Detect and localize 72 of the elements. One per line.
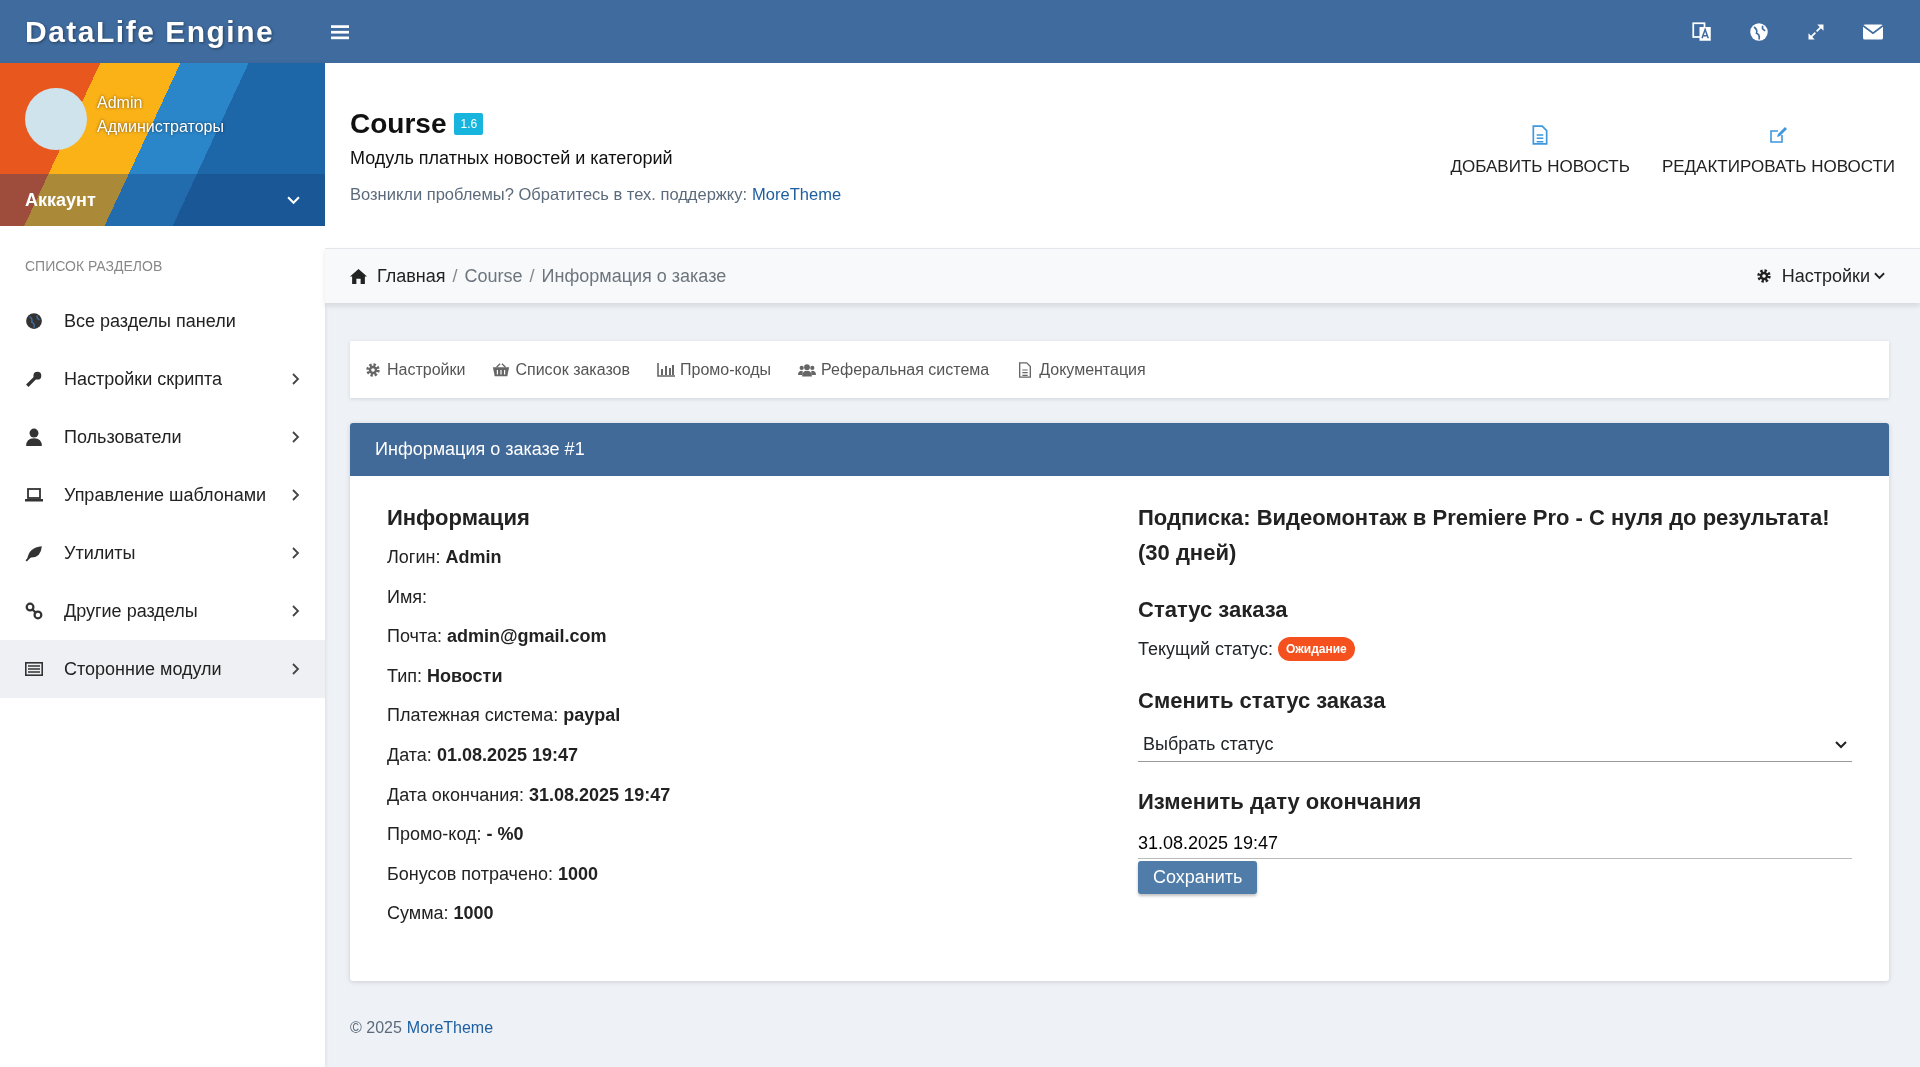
sidebar-item[interactable]: Сторонние модули bbox=[0, 640, 325, 698]
page-subtitle: Модуль платных новостей и категорий bbox=[350, 147, 674, 169]
info-line: Дата окончания: 31.08.2025 19:47 bbox=[387, 783, 672, 807]
breadcrumb-current: Информация о заказе bbox=[541, 265, 727, 287]
brand-logo[interactable]: DataLife Engine bbox=[0, 14, 325, 49]
status-label: Текущий статус: bbox=[1138, 638, 1273, 660]
tab[interactable]: Настройки bbox=[364, 360, 466, 379]
settings-icon bbox=[364, 361, 382, 378]
info-line: Тип: Новости bbox=[387, 664, 504, 688]
laptop-icon bbox=[25, 486, 43, 504]
header-action-link[interactable]: РЕДАКТИРОВАТЬ НОВОСТИ bbox=[1661, 124, 1895, 177]
info-line: Платежная система: paypal bbox=[387, 704, 622, 728]
status-badge: Ожидание bbox=[1277, 637, 1355, 661]
sidebar-item[interactable]: Утилиты bbox=[0, 524, 325, 582]
tab[interactable]: Промо-коды bbox=[657, 360, 772, 379]
breadcrumb-link[interactable]: Course bbox=[464, 265, 523, 287]
sidebar-item[interactable]: Управление шаблонами bbox=[0, 466, 325, 524]
bar-chart-icon bbox=[657, 361, 675, 378]
users-icon bbox=[798, 361, 817, 378]
section-heading: Сменить статус заказа bbox=[1138, 687, 1387, 715]
settings-dropdown[interactable]: Настройки bbox=[1755, 265, 1885, 287]
globe-icon bbox=[25, 312, 43, 330]
sidebar-item[interactable]: Другие разделы bbox=[0, 582, 325, 640]
tab[interactable]: Реферальная система bbox=[798, 360, 990, 379]
info-line: Логин: Admin bbox=[387, 546, 503, 569]
chevron-down-icon bbox=[1835, 740, 1847, 749]
breadcrumb-separator: / bbox=[529, 265, 535, 287]
header-action-link[interactable]: ДОБАВИТЬ НОВОСТЬ bbox=[1450, 124, 1630, 177]
info-line: Имя: bbox=[387, 585, 429, 609]
list-icon bbox=[25, 660, 43, 678]
info-line: Почта: admin@gmail.com bbox=[387, 625, 608, 649]
edit-icon bbox=[1769, 124, 1788, 145]
support-text: Возникли проблемы? Обратитесь в тех. поддержку: bbox=[350, 184, 748, 203]
info-line: Промо-код: - %0 bbox=[387, 823, 525, 847]
chevron-down-icon bbox=[1874, 272, 1885, 280]
subscription-title: Подписка: Видеомонтаж в Premiere Pro - С нуля до результата! (30 дней) bbox=[1138, 504, 1831, 567]
tab[interactable]: Документация bbox=[1016, 360, 1146, 379]
menu-icon bbox=[331, 23, 349, 40]
breadcrumb-link[interactable]: Главная bbox=[377, 265, 446, 287]
tab[interactable]: Список заказов bbox=[492, 360, 630, 379]
info-line: Бонусов потрачено: 1000 bbox=[387, 862, 599, 886]
document-icon bbox=[1531, 124, 1550, 145]
info-line: Дата: 01.08.2025 19:47 bbox=[387, 743, 579, 767]
support-link[interactable]: MoreTheme bbox=[752, 184, 842, 203]
account-label: Аккаунт bbox=[25, 189, 97, 211]
translate-icon[interactable] bbox=[1692, 21, 1712, 42]
home-icon bbox=[350, 268, 367, 284]
user-icon bbox=[25, 428, 43, 446]
sidebar-item[interactable]: Настройки скрипта bbox=[0, 350, 325, 408]
globe-icon[interactable] bbox=[1749, 21, 1769, 42]
breadcrumb-separator: / bbox=[452, 265, 458, 287]
section-heading: Изменить дату окончания bbox=[1138, 788, 1423, 816]
wrench-icon bbox=[25, 370, 43, 388]
panel-header: Информация о заказе #1 bbox=[350, 423, 1889, 476]
copyright-text: © 2025 bbox=[350, 1018, 402, 1036]
user-name: Admin bbox=[97, 92, 144, 113]
section-heading: СПИСОК РАЗДЕЛОВ bbox=[24, 257, 164, 276]
sidebar-item[interactable]: Все разделы панели bbox=[0, 292, 325, 350]
link-icon bbox=[25, 602, 43, 620]
section-heading: Статус заказа bbox=[1138, 596, 1289, 624]
chevron-down-icon bbox=[287, 195, 300, 205]
status-select[interactable]: Выбрать статус bbox=[1138, 728, 1852, 762]
info-line: Сумма: 1000 bbox=[387, 902, 495, 926]
leaf-icon bbox=[25, 544, 43, 562]
version-badge: 1.6 bbox=[454, 112, 484, 135]
section-heading: Информация bbox=[387, 504, 531, 532]
save-button[interactable]: Сохранить bbox=[1138, 861, 1258, 894]
sidebar-item[interactable]: Пользователи bbox=[0, 408, 325, 466]
settings-icon bbox=[1755, 268, 1772, 284]
basket-icon bbox=[492, 361, 511, 378]
page-title: Course bbox=[350, 107, 447, 140]
footer-link[interactable]: MoreTheme bbox=[406, 1018, 494, 1036]
